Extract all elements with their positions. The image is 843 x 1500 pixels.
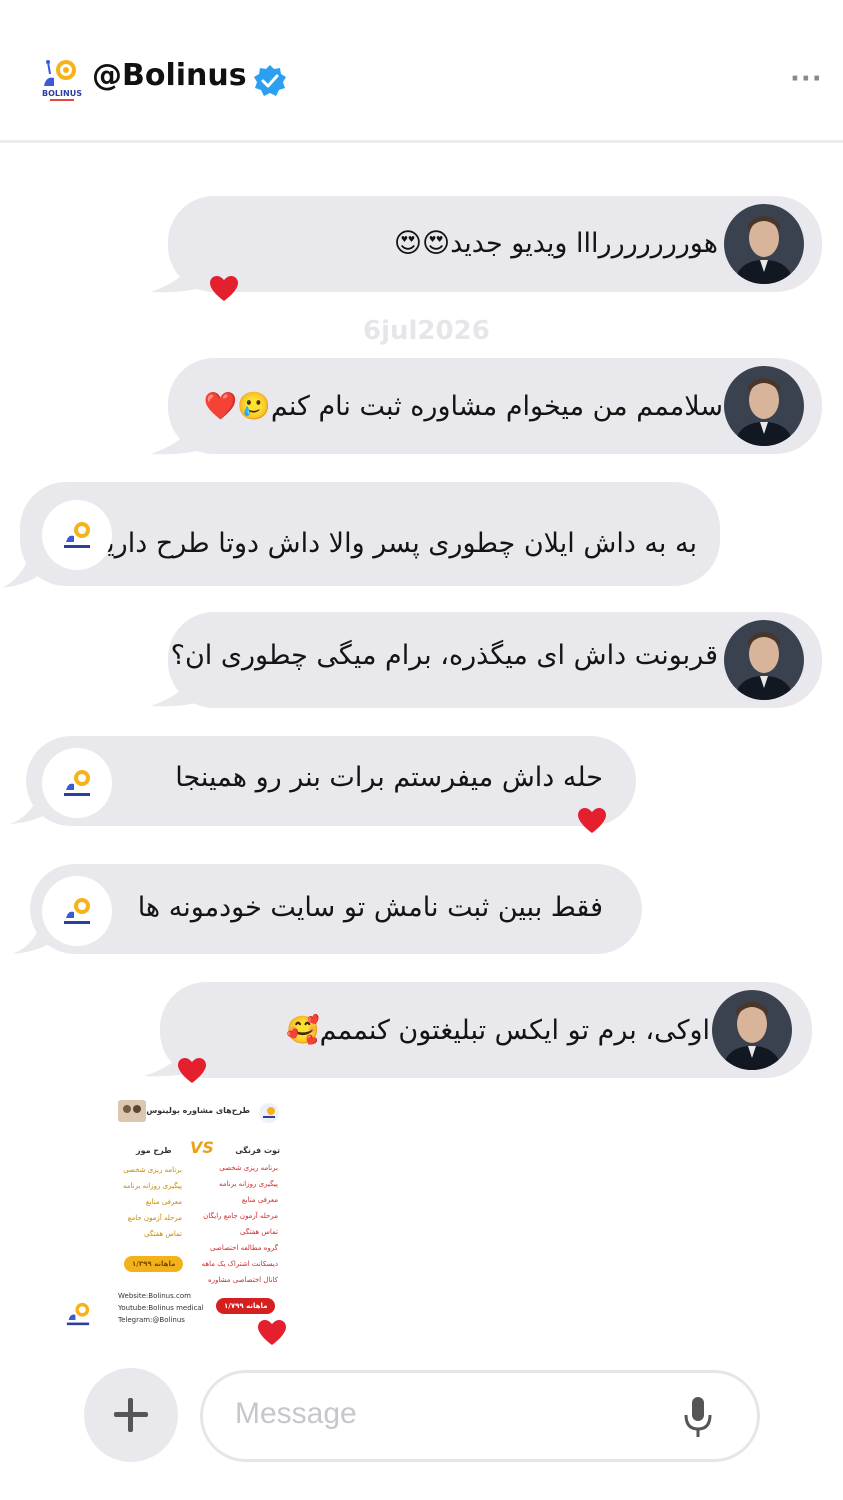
banana-feature: مرحله آزمون جامع	[127, 1214, 182, 1222]
plans-poster-image[interactable]: طرح‌های مشاوره بولینوس طرح موز VS توت فر…	[110, 1094, 290, 1334]
channel-handle[interactable]: @Bolinus	[92, 58, 247, 93]
message-text: سلاممم من میخوام مشاوره ثبت نام کنم🥲❤️	[203, 391, 723, 422]
bolinus-logo-icon	[66, 1302, 90, 1326]
message-text: به به داش ایلان چطوری پسر والا داش دوتا …	[89, 528, 697, 559]
message-text: قربونت داش ای میگذره، برام میگی چطوری ان…	[170, 640, 718, 671]
banana-plan-title: طرح موز	[136, 1146, 172, 1155]
bolinus-logo[interactable]: BOLINUS	[40, 56, 84, 104]
banana-price-badge: ماهانه ۱/۳۹۹	[124, 1256, 184, 1272]
bolinus-avatar[interactable]	[42, 500, 112, 570]
bolinus-avatar[interactable]	[48, 1284, 108, 1344]
strawberry-feature: دیسکانت اشتراک یک ماهه	[201, 1260, 278, 1268]
strawberry-feature: گروه مطالعه اختصاصی	[210, 1244, 278, 1252]
bolinus-avatar[interactable]	[42, 876, 112, 946]
poster-photo	[118, 1100, 146, 1122]
user-avatar[interactable]	[724, 620, 804, 700]
strawberry-feature: معرفی منابع	[241, 1196, 278, 1204]
message-text: حله داش میفرستم برات بنر رو همینجا	[175, 762, 603, 793]
message-text: هورررررررااا ویدیو جدید😍😍	[393, 228, 718, 259]
bolinus-logo-icon	[64, 770, 90, 796]
plus-icon	[114, 1398, 148, 1432]
youtube-link: Youtube:Bolinus medical	[118, 1304, 204, 1312]
bolinus-logo-icon	[64, 522, 90, 548]
more-options-icon[interactable]: ···	[790, 64, 823, 94]
user-avatar[interactable]	[712, 990, 792, 1070]
add-attachment-button[interactable]	[84, 1368, 178, 1462]
telegram-link: Telegram:@Bolinus	[118, 1316, 185, 1324]
strawberry-plan-title: توت فرنگی	[235, 1146, 280, 1155]
heart-reaction-icon[interactable]	[258, 1320, 286, 1346]
message-text: فقط ببین ثبت نامش تو سایت خودمونه ها	[137, 892, 603, 923]
banana-feature: تماس هفتگی	[144, 1230, 182, 1238]
strawberry-feature: تماس هفتگی	[240, 1228, 278, 1236]
banana-feature: برنامه ریزی شخصی	[123, 1166, 182, 1174]
website-link: Website:Bolinus.com	[118, 1292, 191, 1300]
poster-logo-icon	[259, 1103, 279, 1123]
verified-badge-icon	[254, 65, 286, 96]
strawberry-feature: مرحله آزمون جامع رایگان	[203, 1212, 278, 1220]
date-watermark: 6jul2026	[363, 316, 490, 346]
heart-reaction-icon[interactable]	[210, 276, 238, 302]
banana-feature: پیگیری روزانه برنامه	[122, 1182, 182, 1190]
user-avatar[interactable]	[724, 204, 804, 284]
message-placeholder: Message	[235, 1397, 357, 1430]
chat-header: BOLINUS @Bolinus ···	[0, 0, 843, 143]
strawberry-price-badge: ماهانه ۱/۷۹۹	[216, 1298, 276, 1314]
heart-reaction-icon[interactable]	[578, 808, 606, 834]
microphone-icon[interactable]	[683, 1395, 713, 1439]
heart-reaction-icon[interactable]	[178, 1058, 206, 1084]
user-avatar[interactable]	[724, 366, 804, 446]
message-text: اوکی، برم تو ایکس تبلیغتون کنممم🥰	[286, 1015, 710, 1046]
strawberry-feature: برنامه ریزی شخصی	[219, 1164, 278, 1172]
vs-label: VS	[190, 1138, 214, 1157]
poster-title: طرح‌های مشاوره بولینوس	[146, 1106, 250, 1115]
strawberry-feature: کانال اختصاصی مشاوره	[207, 1276, 278, 1284]
bolinus-logo-icon	[64, 898, 90, 924]
logo-text: BOLINUS	[42, 89, 82, 98]
strawberry-feature: پیگیری روزانه برنامه	[218, 1180, 278, 1188]
message-input[interactable]: Message	[200, 1370, 760, 1462]
banana-feature: معرفی منابع	[145, 1198, 182, 1206]
bolinus-avatar[interactable]	[42, 748, 112, 818]
